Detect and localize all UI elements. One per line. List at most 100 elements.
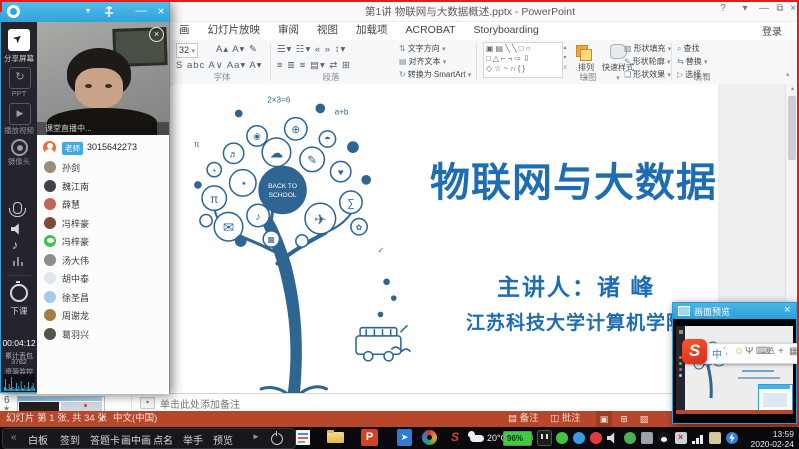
- language-button[interactable]: 中文(中国): [113, 411, 157, 427]
- tree-doodle-illustration[interactable]: BACK TOSCHOOL✉♪✈∑π◔☁✎♥♬❀⊕☂+✿▦ 2×3=6a+bπ✓: [176, 88, 434, 394]
- slide-sorter-view-button[interactable]: ⊞: [616, 411, 632, 427]
- shape-outline-button[interactable]: ✎形状轮廓 ▾: [624, 56, 670, 67]
- speaker-icon[interactable]: [11, 223, 24, 235]
- tab-2[interactable]: 审阅: [269, 21, 308, 40]
- scroll-down-icon[interactable]: ▾: [561, 53, 569, 63]
- account-icon[interactable]: ♙: [767, 346, 776, 357]
- play-video-button[interactable]: ▶: [9, 103, 31, 125]
- student-row[interactable]: 胡中泰: [37, 270, 169, 287]
- tab-5[interactable]: ACROBAT: [397, 21, 465, 40]
- power-icon[interactable]: [271, 433, 283, 445]
- student-row[interactable]: 汤大伟: [37, 252, 169, 269]
- comments-toggle-button[interactable]: ◫ 批注: [550, 411, 581, 427]
- tray-green-status-icon[interactable]: [556, 432, 568, 444]
- tab-0[interactable]: 画: [170, 21, 199, 40]
- student-row[interactable]: 薛慧: [37, 196, 169, 213]
- ribbon-display-options-icon[interactable]: ▾: [736, 0, 754, 18]
- taskbar-document-app-icon[interactable]: [296, 430, 310, 445]
- dock-item-5[interactable]: 举手: [183, 432, 203, 447]
- preview-close-icon[interactable]: ×: [784, 304, 790, 316]
- sogou-tray-icon[interactable]: S: [451, 430, 459, 444]
- font-grow-shrink-icons[interactable]: A▴ A▾ ✎: [216, 44, 258, 55]
- scroll-up-icon[interactable]: ▴: [561, 43, 569, 53]
- convert-smartart-button[interactable]: ↻转换为 SmartArt ▾: [399, 69, 471, 80]
- shape-fill-button[interactable]: ▨形状填充 ▾: [624, 43, 671, 54]
- music-icon[interactable]: ♪: [12, 238, 18, 252]
- taskbar-powerpoint-icon[interactable]: P: [361, 429, 378, 446]
- scrollbar-thumb[interactable]: [788, 96, 796, 160]
- tab-1[interactable]: 幻灯片放映: [199, 21, 270, 40]
- student-row[interactable]: 徐圣昌: [37, 289, 169, 306]
- align-text-button[interactable]: ▤对齐文本 ▾: [399, 56, 446, 67]
- notes-toggle-button[interactable]: ▤ 备注: [508, 411, 539, 427]
- tab-6[interactable]: Storyboarding: [464, 21, 547, 40]
- student-row[interactable]: 魏江南: [37, 178, 169, 195]
- tray-network-error-icon[interactable]: ×: [675, 432, 687, 444]
- shapes-gallery[interactable]: ▣▤╲╲□○□△⌐¬⇨⇩◇☆~∩{}: [483, 42, 563, 78]
- normal-view-button[interactable]: ▣: [596, 411, 612, 427]
- chinese-mode-icon[interactable]: 中: [712, 346, 722, 361]
- emoji-icon[interactable]: ☺: [734, 346, 744, 357]
- alignment-icons[interactable]: ≡ ≣ ≡ ▤▾ ⇄ ⊞: [277, 60, 351, 71]
- taskbar-blue-app-icon[interactable]: ➤: [397, 429, 412, 446]
- share-screen-button[interactable]: ➤: [8, 29, 30, 51]
- tray-volume-icon[interactable]: [607, 432, 619, 444]
- pin-icon[interactable]: [103, 5, 115, 18]
- skin-icon[interactable]: +: [778, 346, 784, 357]
- shapes-gallery-scroll[interactable]: ▴ ▾ ≡: [561, 43, 569, 73]
- dock-item-0[interactable]: 白板: [28, 432, 48, 447]
- reading-view-button[interactable]: ▨: [636, 411, 652, 427]
- slide-title-text[interactable]: 物联网与大数据: [430, 150, 717, 208]
- end-class-label[interactable]: 下课: [1, 305, 37, 317]
- preview-titlebar[interactable]: 画面预览 ×: [673, 303, 796, 319]
- tray-security-icon[interactable]: [590, 432, 602, 444]
- dock-item-1[interactable]: 签到: [60, 432, 80, 447]
- conference-titlebar[interactable]: ▾ — ×: [1, 1, 169, 22]
- tray-green-app-icon[interactable]: [624, 432, 636, 444]
- dock-collapse-icon[interactable]: «: [11, 432, 17, 443]
- student-row[interactable]: 冯梓豪: [37, 233, 169, 250]
- video-close-icon[interactable]: ×: [149, 27, 164, 42]
- student-row[interactable]: 周谢龙: [37, 307, 169, 324]
- teacher-row[interactable]: 老师 3015642273: [37, 139, 169, 156]
- tab-4[interactable]: 加载项: [347, 21, 397, 40]
- spellcheck-icon[interactable]: ✔: [99, 411, 106, 427]
- tray-qq-icon[interactable]: [658, 432, 670, 444]
- tray-device-icon[interactable]: [641, 432, 653, 444]
- battery-indicator[interactable]: 96%: [503, 431, 532, 446]
- slide-speaker-text[interactable]: 主讲人：诸 峰: [497, 268, 655, 302]
- conference-minimize-icon[interactable]: —: [134, 1, 148, 21]
- font-size-combo[interactable]: 32 ▾: [176, 43, 198, 58]
- find-button[interactable]: ⌕查找: [677, 43, 699, 54]
- slide-thumbnail-pane[interactable]: 6 ★: [0, 393, 131, 412]
- font-style-icons[interactable]: S abc A∨ Aa▾ A▾: [176, 60, 262, 71]
- dock-item-2[interactable]: 答题卡: [90, 432, 120, 447]
- taskbar-file-explorer-icon[interactable]: [327, 432, 344, 443]
- student-row[interactable]: 孙剑: [37, 159, 169, 176]
- chevron-down-icon[interactable]: ▾: [81, 1, 95, 21]
- end-class-timer-icon[interactable]: [10, 284, 28, 302]
- conference-close-icon[interactable]: ×: [154, 1, 168, 21]
- notes-placeholder[interactable]: 单击此处添加备注: [160, 396, 240, 411]
- text-direction-button[interactable]: ⇅文字方向 ▾: [399, 43, 445, 54]
- tray-action-center-icon[interactable]: [709, 432, 721, 444]
- student-row[interactable]: 葛羽兴: [37, 326, 169, 343]
- student-row[interactable]: 冯梓豪: [37, 215, 169, 232]
- help-icon[interactable]: ?: [714, 0, 732, 18]
- shape-effects-button[interactable]: ❑形状效果 ▾: [624, 69, 671, 80]
- tray-signal-icon[interactable]: [692, 432, 704, 444]
- voice-input-icon[interactable]: Ψ: [745, 346, 753, 357]
- dock-item-4[interactable]: 点名: [153, 432, 173, 447]
- tab-3[interactable]: 视图: [308, 21, 347, 40]
- equalizer-icon[interactable]: [13, 256, 25, 266]
- taskbar-class-camera-icon[interactable]: [420, 428, 439, 447]
- sogou-logo-icon[interactable]: S: [682, 339, 707, 364]
- taskbar-clock[interactable]: 13:59 2020-02-24: [742, 429, 794, 449]
- teacher-webcam-video[interactable]: × 课堂直播中...: [37, 22, 169, 135]
- collapse-ribbon-icon[interactable]: ▴: [786, 70, 790, 78]
- slide-affiliation-text[interactable]: 江苏科技大学计算机学院: [466, 308, 686, 335]
- camera-icon[interactable]: [11, 139, 28, 156]
- dock-expand-icon[interactable]: ►: [252, 432, 260, 441]
- dock-item-3[interactable]: 画中画: [121, 432, 151, 447]
- dock-item-6[interactable]: 预览: [213, 432, 233, 447]
